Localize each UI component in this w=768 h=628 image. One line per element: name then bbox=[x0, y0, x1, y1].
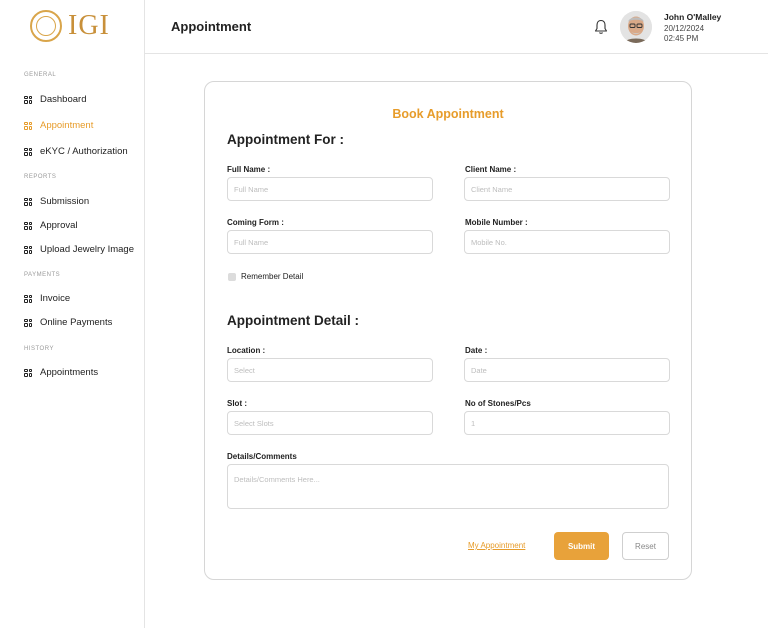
date-label: Date : bbox=[465, 346, 488, 355]
sidebar-item-appointments[interactable]: Appointments bbox=[24, 367, 98, 378]
location-label: Location : bbox=[227, 346, 266, 355]
bell-icon[interactable] bbox=[594, 19, 608, 35]
submit-button[interactable]: Submit bbox=[554, 532, 609, 560]
sidebar-item-submission[interactable]: Submission bbox=[24, 196, 89, 207]
comments-label: Details/Comments bbox=[227, 452, 297, 461]
sidebar-item-approval[interactable]: Approval bbox=[24, 220, 78, 231]
mobile-number-label: Mobile Number : bbox=[465, 218, 528, 227]
slot-select[interactable] bbox=[227, 411, 433, 435]
stones-input[interactable] bbox=[464, 411, 670, 435]
grid-icon bbox=[24, 147, 32, 156]
sidebar-section-payments: PAYMENTS bbox=[24, 272, 61, 278]
grid-icon bbox=[24, 197, 32, 206]
client-name-label: Client Name : bbox=[465, 165, 517, 174]
grid-icon bbox=[24, 221, 32, 230]
sidebar-item-label: Invoice bbox=[40, 293, 71, 304]
location-select[interactable] bbox=[227, 358, 433, 382]
date-input[interactable] bbox=[464, 358, 670, 382]
grid-icon bbox=[24, 318, 32, 327]
sidebar-item-label: Upload Jewelry Image bbox=[40, 244, 134, 255]
my-appointment-link[interactable]: My Appointment bbox=[468, 541, 525, 550]
sidebar-item-label: Appointment bbox=[40, 120, 94, 131]
sidebar-item-dashboard[interactable]: Dashboard bbox=[24, 94, 86, 105]
book-appointment-card: Book Appointment Appointment For : Full … bbox=[204, 81, 692, 580]
sidebar-item-ekyc[interactable]: eKYC / Authorization bbox=[24, 146, 128, 157]
sidebar: IGI GENERAL Dashboard Appointment eKYC /… bbox=[0, 0, 145, 628]
appointment-detail-heading: Appointment Detail : bbox=[227, 313, 359, 328]
sidebar-item-label: Approval bbox=[40, 220, 78, 231]
sidebar-item-label: Dashboard bbox=[40, 94, 87, 105]
slot-label: Slot : bbox=[227, 399, 247, 408]
top-header: Appointment John O'Malley 20/12/2024 02:… bbox=[145, 0, 768, 54]
page-title: Appointment bbox=[171, 19, 252, 34]
sidebar-item-appointment[interactable]: Appointment bbox=[24, 120, 93, 131]
user-avatar-icon bbox=[620, 11, 652, 43]
mobile-number-input[interactable] bbox=[464, 230, 670, 254]
brand-logo[interactable]: IGI bbox=[30, 9, 110, 43]
grid-icon bbox=[24, 294, 32, 303]
full-name-input[interactable] bbox=[227, 177, 433, 201]
brand-name: IGI bbox=[68, 10, 110, 41]
sidebar-item-label: Online Payments bbox=[40, 317, 113, 328]
grid-icon bbox=[24, 368, 32, 377]
sidebar-item-label: eKYC / Authorization bbox=[40, 146, 128, 157]
appointment-for-heading: Appointment For : bbox=[227, 132, 344, 147]
sidebar-item-invoice[interactable]: Invoice bbox=[24, 293, 70, 304]
sidebar-section-history: HISTORY bbox=[24, 346, 54, 352]
igi-seal-icon bbox=[30, 10, 62, 42]
stones-label: No of Stones/Pcs bbox=[465, 399, 531, 408]
sidebar-item-online-payments[interactable]: Online Payments bbox=[24, 317, 112, 328]
user-name: John O'Malley bbox=[664, 12, 722, 22]
client-name-input[interactable] bbox=[464, 177, 670, 201]
sidebar-item-label: Appointments bbox=[40, 367, 99, 378]
remember-detail-checkbox[interactable] bbox=[228, 272, 236, 281]
coming-from-input[interactable] bbox=[227, 230, 433, 254]
reset-button[interactable]: Reset bbox=[622, 532, 669, 560]
grid-icon bbox=[24, 245, 32, 254]
sidebar-section-general: GENERAL bbox=[24, 72, 57, 78]
sidebar-section-reports: REPORTS bbox=[24, 174, 57, 180]
grid-icon bbox=[24, 121, 32, 130]
sidebar-item-upload-jewelry-image[interactable]: Upload Jewelry Image bbox=[24, 244, 134, 255]
full-name-label: Full Name : bbox=[227, 165, 271, 174]
coming-from-label: Coming Form : bbox=[227, 218, 284, 227]
grid-icon bbox=[24, 95, 32, 104]
remember-detail-row[interactable]: Remember Detail bbox=[228, 272, 303, 281]
sidebar-item-label: Submission bbox=[40, 196, 90, 207]
avatar[interactable] bbox=[620, 11, 652, 43]
card-title: Book Appointment bbox=[392, 107, 504, 121]
remember-detail-label: Remember Detail bbox=[241, 272, 304, 281]
user-time: 02:45 PM bbox=[664, 34, 699, 43]
user-date: 20/12/2024 bbox=[664, 24, 705, 33]
comments-textarea[interactable] bbox=[227, 464, 669, 509]
